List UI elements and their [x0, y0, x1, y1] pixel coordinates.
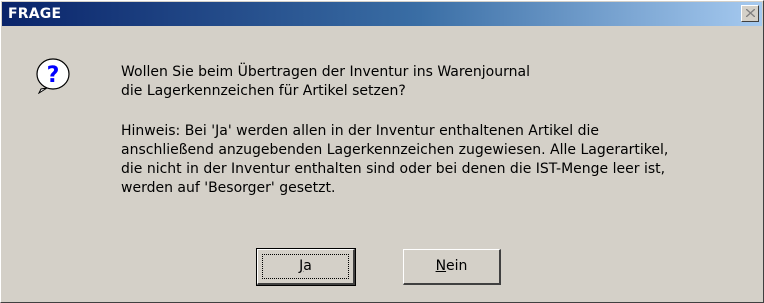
hint-line: Hinweis: Bei 'Ja' werden allen in der In…: [121, 123, 599, 139]
no-mnemonic: N: [435, 258, 447, 274]
no-button[interactable]: Nein: [403, 249, 501, 285]
question-line: Wollen Sie beim Übertragen der Inventur …: [121, 64, 530, 80]
question-icon: ?: [36, 58, 70, 94]
yes-button[interactable]: Ja: [256, 248, 356, 286]
close-icon: [746, 9, 755, 17]
hint-line: werden auf 'Besorger' gesetzt.: [121, 180, 336, 196]
hint-line: die nicht in der Inventur enthalten sind…: [121, 161, 666, 177]
focus-rect: [262, 254, 349, 279]
hint-line: anschließend anzugebenden Lagerkennzeich…: [121, 142, 669, 158]
title-bar[interactable]: FRAGE: [2, 2, 762, 26]
message-text: Wollen Sie beim Übertragen der Inventur …: [121, 63, 761, 198]
question-line: die Lagerkennzeichen für Artikel setzen?: [121, 83, 406, 99]
svg-text:?: ?: [47, 63, 60, 88]
window-title: FRAGE: [8, 6, 62, 22]
close-button[interactable]: [741, 5, 759, 22]
no-label: ein: [446, 258, 468, 274]
question-dialog: FRAGE ? Wollen Sie beim Übertragen der I…: [0, 0, 764, 303]
